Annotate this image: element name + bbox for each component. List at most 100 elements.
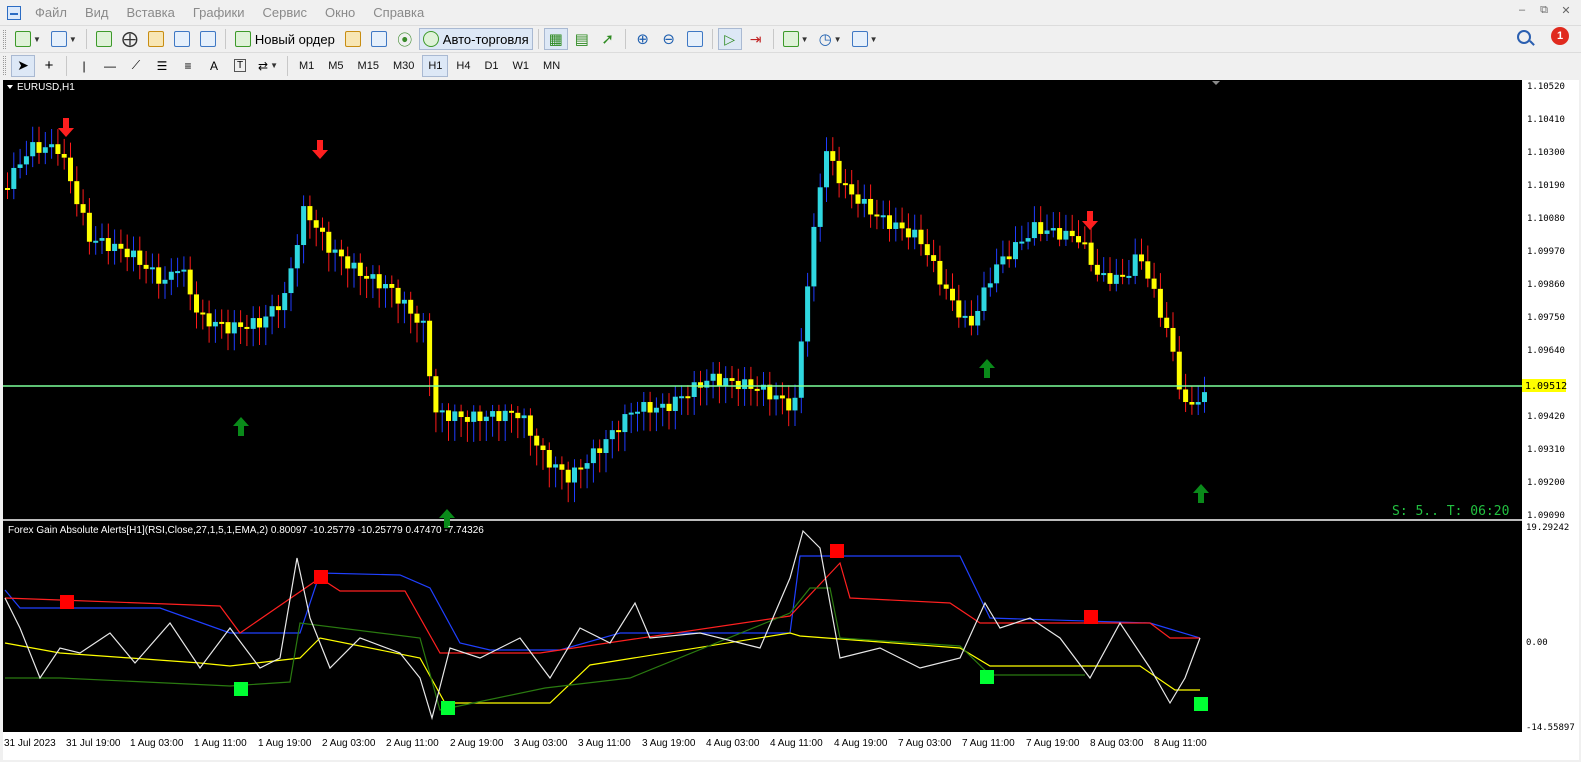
indicators-button[interactable]: ▼ [779,28,813,50]
buy-signal-square [980,670,994,684]
periods-button[interactable]: ◷ ▼ [815,28,846,50]
candle-body [590,448,596,464]
fibonacci-button[interactable]: ≡ [176,55,200,77]
navigator-button[interactable]: ⨁ [118,28,142,50]
candle-body [647,402,653,413]
cursor-button[interactable]: ➤ [11,54,35,77]
support-button[interactable] [367,28,391,50]
timeframe-m30[interactable]: M30 [387,55,420,77]
menu-file[interactable]: Файл [27,0,77,25]
candle-body [1157,288,1163,318]
time-tick: 2 Aug 11:00 [386,738,439,749]
menu-insert[interactable]: Вставка [119,0,185,25]
candle-body [17,164,23,168]
timeframe-d1[interactable]: D1 [478,55,504,77]
timeframe-w1[interactable]: W1 [507,55,536,77]
toolbar-grip[interactable] [3,56,6,75]
timeframe-h1[interactable]: H1 [422,54,449,77]
metaeditor-button[interactable] [341,28,365,50]
candle-body [219,321,225,324]
price-pane[interactable] [3,80,1522,519]
autotrading-button[interactable]: Авто-торговля [418,28,533,50]
candle-body [874,214,880,217]
indicator-pane[interactable] [3,521,1522,732]
candle-body [458,411,464,418]
candle-body [257,318,262,328]
candle-body [880,215,886,218]
zoom-out-button[interactable]: ⊖ [657,28,681,50]
time-tick: 1 Aug 11:00 [194,738,247,749]
candle-body [427,320,433,377]
candle-body [282,293,288,311]
timeframe-mn[interactable]: MN [537,55,566,77]
vertical-line-button[interactable]: | [72,55,96,77]
candle-body [1107,273,1113,284]
timeframe-h4[interactable]: H4 [450,55,476,77]
minimize-icon[interactable]: – [1515,4,1529,17]
notifications-badge[interactable]: 1 [1551,27,1569,45]
profiles-button[interactable]: ▼ [47,28,81,50]
candle-body [830,151,836,161]
cursor-icon: ➤ [17,57,29,73]
line-chart-button[interactable]: ➚ [596,28,620,50]
candle-body [817,187,823,227]
auto-scroll-button[interactable]: ▷ [717,28,742,50]
terminal-button[interactable] [170,28,194,50]
app-icon[interactable] [7,5,21,20]
bar-chart-button[interactable]: ▦ [543,28,568,50]
horizontal-line-button[interactable]: — [98,55,122,77]
new-order-button[interactable]: Новый ордер [231,28,339,50]
tester-button[interactable] [196,28,220,50]
support-icon [370,31,387,47]
templates-button[interactable]: ▼ [848,28,882,50]
timeframe-m1[interactable]: M1 [293,55,320,77]
time-tick: 7 Aug 11:00 [962,738,1015,749]
favorites-button[interactable] [144,28,168,50]
candle-body [1170,327,1176,352]
new-chart-button[interactable]: ▼ [11,28,45,50]
price-tick: 1.10080 [1527,214,1565,224]
timeframe-m15[interactable]: M15 [352,55,385,77]
menu-view[interactable]: Вид [77,0,119,25]
trendline-button[interactable]: ⟋ [124,55,148,77]
text-label-button[interactable]: T [228,55,252,77]
arrows-button[interactable]: ⇄ ▼ [254,55,282,77]
price-tick: 1.10190 [1527,181,1565,191]
chart-shift-button[interactable]: ⇥ [744,28,768,50]
crosshair-button[interactable]: + [37,55,61,77]
toolbar-separator [537,29,539,49]
candle-body [124,248,130,258]
tile-windows-button[interactable] [683,28,707,50]
candle-body [679,396,685,399]
menu-bar: Файл Вид Вставка Графики Сервис Окно Спр… [0,0,1581,25]
market-watch-button[interactable] [92,28,116,50]
candle-body [446,410,451,421]
toolbar-grip[interactable] [3,29,6,49]
channel-button[interactable]: ☰ [150,55,174,77]
candle-body [1120,274,1126,277]
zoom-in-button[interactable]: ⊕ [631,28,655,50]
close-icon[interactable]: ✕ [1559,4,1573,17]
menu-charts[interactable]: Графики [185,0,255,25]
candle-body [1063,230,1069,240]
search-icon[interactable] [1517,30,1531,44]
candle-body [553,464,559,468]
menu-help[interactable]: Справка [365,0,434,25]
signals-button[interactable]: ⦿ [393,28,417,50]
fibonacci-icon: ≡ [184,58,192,73]
candle-body [212,321,218,327]
candle-body [162,279,168,284]
candle-body [156,267,162,284]
indicator-title: Forex Gain Absolute Alerts[H1](RSI,Close… [8,525,484,536]
text-button[interactable]: A [202,55,226,77]
candle-body [666,403,672,411]
candle-body [773,395,779,400]
restore-icon[interactable]: ⧉ [1537,4,1551,17]
candlestick-button[interactable]: ▤ [570,28,594,50]
timeframe-m5[interactable]: M5 [322,55,349,77]
menu-tools[interactable]: Сервис [255,0,318,25]
candle-body [628,412,634,415]
chart-canvas[interactable]: 1.09512 EURUSD,H1 S: 5.. T: 06:20 Forex … [0,78,1581,762]
sell-signal-square [830,544,844,558]
menu-window[interactable]: Окно [317,0,365,25]
